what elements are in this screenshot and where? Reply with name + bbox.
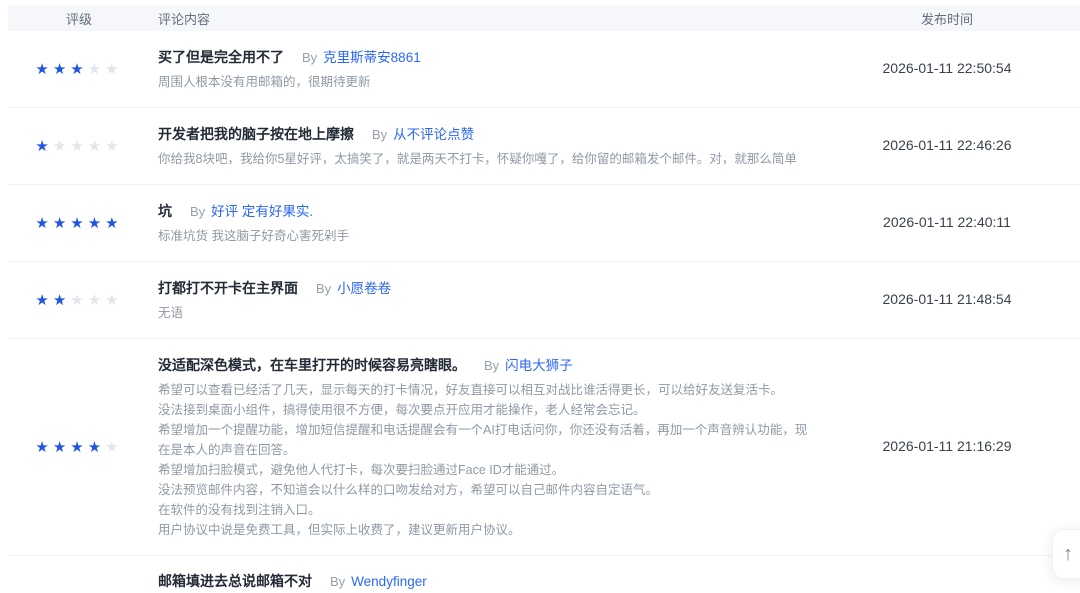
- review-body: 周围人根本没有用邮箱的，很期待更新: [158, 72, 814, 92]
- review-title: 坑: [158, 201, 172, 221]
- review-author-link[interactable]: 克里斯蒂安8861: [323, 46, 421, 66]
- review-row: ★★★★★ 买了但是完全用不了 By 克里斯蒂安8861 周围人根本没有用邮箱的…: [8, 31, 1080, 108]
- review-title: 没适配深色模式，在车里打开的时候容易亮瞎眼。: [158, 355, 466, 375]
- by-label: By: [484, 358, 499, 373]
- table-body: ★★★★★ 买了但是完全用不了 By 克里斯蒂安8861 周围人根本没有用邮箱的…: [8, 31, 1080, 593]
- review-author-link[interactable]: Wendyfinger: [351, 574, 427, 589]
- by-label: By: [372, 127, 387, 142]
- rating-stars: ★★★★★: [35, 61, 122, 78]
- by-label: By: [316, 281, 331, 296]
- review-time: 2026-01-11 22:40:11: [883, 214, 1011, 230]
- review-time: 2026-01-11 22:50:54: [883, 60, 1012, 76]
- review-row: ★★★★★ 邮箱填进去总说邮箱不对 By Wendyfinger 下载了该软件准…: [8, 556, 1080, 593]
- arrow-up-icon: ↑: [1063, 543, 1073, 566]
- review-author-link[interactable]: 从不评论点赞: [393, 123, 474, 143]
- review-title: 打都打不开卡在主界面: [158, 278, 298, 298]
- review-body: 标准坑货 我这脑子好奇心害死剁手: [158, 226, 814, 246]
- back-to-top-button[interactable]: ↑: [1052, 529, 1080, 579]
- by-label: By: [330, 574, 345, 589]
- review-time: 2026-01-11 22:46:26: [883, 137, 1012, 153]
- reviews-table: 评级 评论内容 发布时间 ★★★★★ 买了但是完全用不了 By 克里斯蒂安886…: [8, 5, 1080, 593]
- rating-stars: ★★★★★: [35, 292, 122, 309]
- column-header-content: 评论内容: [150, 9, 880, 28]
- rating-stars: ★★★★★: [35, 215, 122, 232]
- by-label: By: [190, 204, 205, 219]
- rating-stars: ★★★★★: [35, 138, 122, 155]
- review-title: 开发者把我的脑子按在地上摩擦: [158, 124, 354, 144]
- reviews-page: 评级 评论内容 发布时间 ★★★★★ 买了但是完全用不了 By 克里斯蒂安886…: [0, 0, 1080, 593]
- review-author-link[interactable]: 闪电大狮子: [505, 354, 573, 374]
- review-author-link[interactable]: 小愿卷卷: [337, 277, 391, 297]
- by-label: By: [302, 50, 317, 65]
- review-time: 2026-01-11 21:16:29: [883, 438, 1012, 454]
- review-row: ★★★★★ 没适配深色模式，在车里打开的时候容易亮瞎眼。 By 闪电大狮子 希望…: [8, 339, 1080, 556]
- review-row: ★★★★★ 坑 By 好评 定有好果实. 标准坑货 我这脑子好奇心害死剁手 20…: [8, 185, 1080, 262]
- column-header-time: 发布时间: [880, 9, 1080, 28]
- review-body: 你给我8块吧，我给你5星好评，太搞笑了，就是两天不打卡，怀疑你嘎了，给你留的邮箱…: [158, 149, 814, 169]
- review-body: 希望可以查看已经活了几天，显示每天的打卡情况，好友直接可以相互对战比谁活得更长，…: [158, 380, 814, 540]
- rating-stars: ★★★★★: [35, 439, 122, 456]
- review-time: 2026-01-11 21:48:54: [883, 291, 1012, 307]
- review-body: 无语: [158, 303, 814, 323]
- review-title: 邮箱填进去总说邮箱不对: [158, 571, 312, 591]
- table-header: 评级 评论内容 发布时间: [8, 5, 1080, 31]
- column-header-rating: 评级: [8, 9, 150, 28]
- review-row: ★★★★★ 开发者把我的脑子按在地上摩擦 By 从不评论点赞 你给我8块吧，我给…: [8, 108, 1080, 185]
- review-author-link[interactable]: 好评 定有好果实.: [211, 200, 313, 220]
- review-title: 买了但是完全用不了: [158, 47, 284, 67]
- review-row: ★★★★★ 打都打不开卡在主界面 By 小愿卷卷 无语 2026-01-11 2…: [8, 262, 1080, 339]
